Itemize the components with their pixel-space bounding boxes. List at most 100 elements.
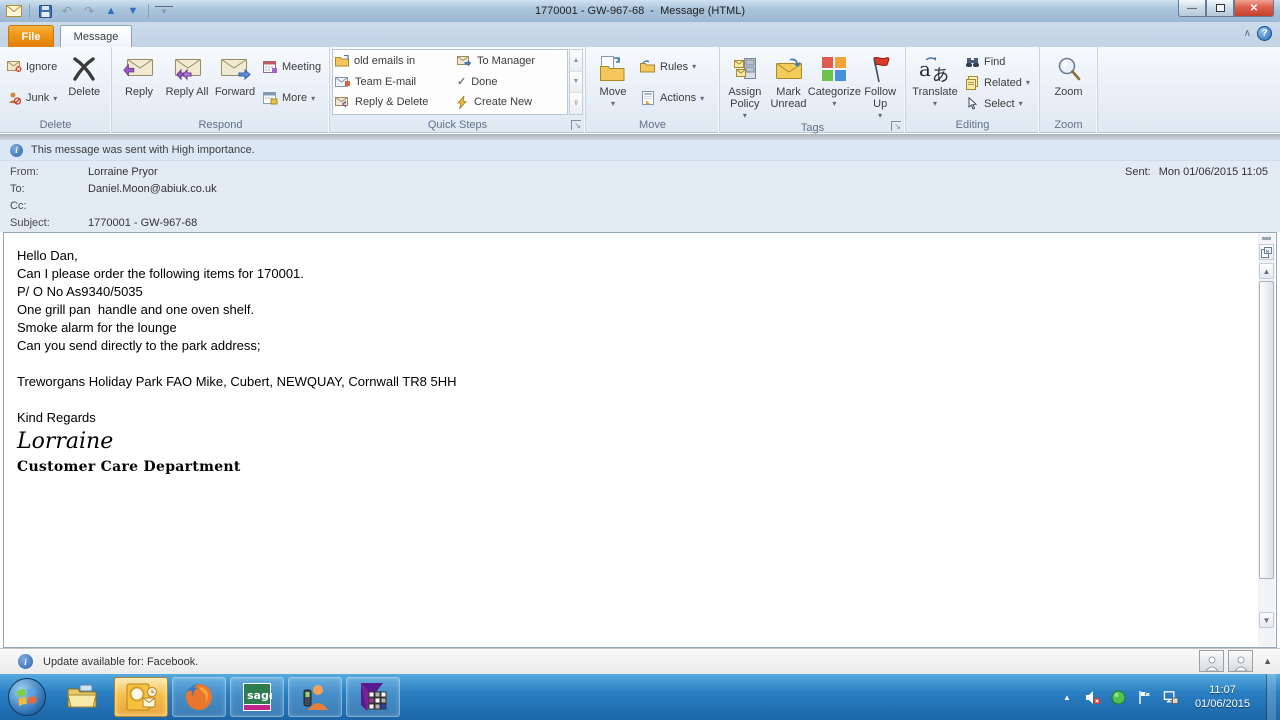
quick-steps-scroll-down[interactable]: ▼ — [570, 72, 582, 94]
tags-dialog-launcher[interactable]: ↘ — [891, 121, 901, 131]
reply-all-button[interactable]: Reply All — [163, 49, 211, 116]
dropdown-arrow-icon: ▾ — [311, 94, 315, 103]
window-controls: — ✕ — [1178, 0, 1274, 17]
dropdown-arrow-icon: ▾ — [832, 98, 836, 110]
start-button[interactable] — [8, 678, 46, 716]
taskbar-button-sage[interactable]: sage — [230, 677, 284, 717]
dropdown-arrow-icon: ▾ — [743, 110, 747, 122]
network-icon[interactable] — [1163, 690, 1179, 705]
splitter-handle[interactable] — [1262, 237, 1271, 240]
volume-muted-icon[interactable] — [1085, 690, 1101, 705]
restore-button[interactable] — [1206, 0, 1234, 17]
quick-step-create-new[interactable]: Create New — [457, 92, 565, 113]
window-helpers: ∧ ? — [1244, 26, 1272, 41]
junk-label: Junk — [26, 92, 49, 104]
message-body-pane[interactable]: Hello Dan, Can I please order the follow… — [3, 232, 1277, 648]
help-button[interactable]: ? — [1257, 26, 1272, 41]
more-respond-button[interactable]: More ▾ — [259, 88, 324, 109]
expand-people-pane-icon[interactable]: ▲ — [1263, 656, 1272, 666]
body-line: Hello Dan, — [17, 247, 1246, 265]
move-icon — [599, 52, 627, 86]
zoom-button[interactable]: Zoom — [1045, 49, 1093, 116]
taskbar-button-outlook[interactable] — [114, 677, 168, 717]
select-button[interactable]: Select ▾ — [961, 93, 1033, 114]
close-button[interactable]: ✕ — [1234, 0, 1274, 17]
action-center-flag-icon[interactable] — [1137, 690, 1153, 705]
quick-step-reply-delete[interactable]: Reply & Delete — [335, 92, 457, 113]
importance-banner-text: This message was sent with High importan… — [31, 144, 255, 156]
body-line: Kind Regards — [17, 409, 1246, 427]
quick-step-done[interactable]: ✓ Done — [457, 72, 565, 93]
sent-label: Sent: — [1125, 166, 1151, 178]
actions-button[interactable]: Actions ▾ — [637, 88, 707, 109]
group-label-delete: Delete — [40, 119, 72, 131]
ribbon: Ignore Junk ▾ Delete — [0, 47, 1280, 133]
quick-step-label: Team E-mail — [355, 76, 416, 88]
from-value[interactable]: Lorraine Pryor — [88, 166, 158, 178]
quick-step-team-email[interactable]: Team E-mail — [335, 72, 457, 93]
find-button[interactable]: Find — [961, 51, 1033, 72]
quick-step-label: Reply & Delete — [355, 96, 428, 108]
to-value[interactable]: Daniel.Moon@abiuk.co.uk — [88, 183, 217, 195]
dropdown-arrow-icon: ▾ — [1026, 78, 1030, 87]
quick-steps-dialog-launcher[interactable]: ↘ — [571, 120, 581, 130]
taskbar-button-firefox[interactable] — [172, 677, 226, 717]
sent-value: Mon 01/06/2015 11:05 — [1159, 166, 1268, 178]
categorize-button[interactable]: Categorize ▾ — [810, 49, 858, 122]
show-desktop-button[interactable] — [1266, 674, 1276, 720]
meeting-button[interactable]: Meeting — [259, 56, 324, 77]
rules-button[interactable]: Rules ▾ — [637, 56, 707, 77]
quick-step-to-manager[interactable]: To Manager — [457, 51, 565, 72]
follow-up-button[interactable]: Follow Up ▾ — [858, 49, 902, 122]
scrollbar-thumb[interactable] — [1259, 281, 1274, 579]
body-line-blank — [17, 391, 1246, 409]
info-icon: i — [10, 144, 23, 157]
taskbar-clock[interactable]: 11:07 01/06/2015 — [1195, 683, 1250, 711]
quick-steps-scroll-up[interactable]: ▲ — [570, 50, 582, 72]
taskbar-button-explorer[interactable] — [56, 677, 110, 717]
actions-label: Actions — [660, 92, 696, 104]
show-hidden-icons-button[interactable]: ▲ — [1059, 693, 1075, 702]
mark-unread-button[interactable]: Mark Unread — [767, 49, 811, 122]
scroll-up-button[interactable]: ▲ — [1259, 263, 1274, 279]
quick-steps-more-button[interactable]: ⊽ — [570, 93, 582, 114]
people-pane-toggle-icon[interactable] — [1259, 244, 1274, 260]
ignore-button[interactable]: Ignore — [3, 56, 60, 77]
reply-all-icon — [171, 52, 203, 86]
junk-button[interactable]: Junk ▾ — [3, 88, 60, 109]
taskbar-button-phone-app[interactable] — [288, 677, 342, 717]
restore-icon — [1216, 4, 1225, 12]
taskbar-button-grid-app[interactable] — [346, 677, 400, 717]
ribbon-group-move: Move ▾ Rules ▾ Action — [586, 47, 720, 133]
translate-button[interactable]: aあ Translate ▾ — [909, 49, 961, 116]
update-text[interactable]: Update available for: Facebook. — [43, 656, 198, 668]
move-button[interactable]: Move ▾ — [589, 49, 637, 116]
ribbon-group-editing: aあ Translate ▾ Find — [906, 47, 1040, 133]
status-bar: i Update available for: Facebook. — [0, 648, 1280, 674]
vertical-scrollbar[interactable]: ▲ ▼ — [1258, 234, 1275, 646]
mark-unread-icon — [774, 52, 804, 86]
tab-message[interactable]: Message — [60, 25, 132, 47]
quick-step-old-emails[interactable]: old emails in — [335, 51, 457, 72]
forward-button[interactable]: Forward — [211, 49, 259, 116]
status-green-icon[interactable] — [1111, 690, 1127, 705]
zoom-magnifier-icon — [1056, 52, 1082, 86]
reply-all-label: Reply All — [166, 86, 209, 98]
svg-text:sage: sage — [247, 689, 272, 702]
subject-value: 1770001 - GW-967-68 — [88, 217, 197, 229]
ignore-label: Ignore — [26, 61, 57, 73]
reply-button[interactable]: Reply — [115, 49, 163, 116]
minimize-button[interactable]: — — [1178, 0, 1206, 17]
contact-avatar[interactable] — [1228, 650, 1253, 672]
check-icon: ✓ — [457, 75, 466, 88]
collapse-ribbon-icon[interactable]: ∧ — [1244, 28, 1251, 39]
group-label-tags: Tags — [801, 122, 824, 134]
assign-policy-button[interactable]: Assign Policy ▾ — [723, 49, 767, 122]
envelope-reply-delete-icon — [335, 97, 350, 108]
ribbon-tab-row: File Message — [0, 22, 1280, 47]
contact-avatar[interactable] — [1199, 650, 1224, 672]
scroll-down-button[interactable]: ▼ — [1259, 612, 1274, 628]
related-button[interactable]: Related ▾ — [961, 72, 1033, 93]
delete-button[interactable]: Delete — [60, 49, 108, 116]
tab-file[interactable]: File — [8, 25, 54, 47]
